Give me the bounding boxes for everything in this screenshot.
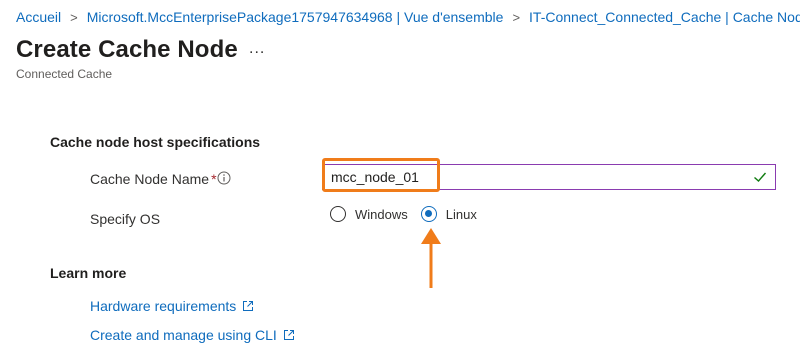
radio-windows-label: Windows <box>355 206 408 222</box>
highlight-box <box>322 158 440 192</box>
os-radio-group: Windows Linux <box>330 206 477 222</box>
breadcrumb-package-overview[interactable]: Microsoft.MccEnterprisePackage1757947634… <box>87 9 504 25</box>
breadcrumb: Accueil > Microsoft.MccEnterprisePackage… <box>16 9 800 25</box>
page-subtitle: Connected Cache <box>16 67 113 81</box>
radio-linux[interactable]: Linux <box>420 206 477 222</box>
create-manage-cli-link-text[interactable]: Create and manage using CLI <box>90 327 277 343</box>
external-link-icon <box>283 330 294 340</box>
radio-windows[interactable]: Windows <box>330 206 408 222</box>
specify-os-label: Specify OS <box>90 211 161 227</box>
external-link-icon <box>243 301 254 311</box>
cache-node-name-label-text: Cache Node Name <box>90 171 210 187</box>
hardware-requirements-link[interactable]: Hardware requirements <box>90 298 254 314</box>
more-options-button[interactable]: ... <box>249 40 265 58</box>
section-heading-host-specs: Cache node host specifications <box>50 134 261 150</box>
required-asterisk: * <box>211 171 217 187</box>
breadcrumb-separator: > <box>70 9 78 25</box>
section-heading-learn-more: Learn more <box>50 265 127 281</box>
page-title: Create Cache Node <box>16 36 238 63</box>
breadcrumb-cache-nodes[interactable]: IT-Connect_Connected_Cache | Cache Nodes <box>529 9 800 25</box>
radio-linux-label: Linux <box>445 206 477 222</box>
radio-windows-circle[interactable] <box>330 206 346 222</box>
hardware-requirements-link-text[interactable]: Hardware requirements <box>90 298 236 314</box>
cache-node-name-label: Cache Node Name * <box>90 171 217 187</box>
arrow-up-icon <box>421 228 441 288</box>
breadcrumb-separator: > <box>512 9 521 25</box>
create-manage-cli-link[interactable]: Create and manage using CLI <box>90 327 295 343</box>
radio-linux-circle[interactable] <box>420 206 437 222</box>
info-icon[interactable] <box>217 171 231 185</box>
breadcrumb-home[interactable]: Accueil <box>16 9 61 25</box>
checkmark-icon <box>754 172 767 182</box>
